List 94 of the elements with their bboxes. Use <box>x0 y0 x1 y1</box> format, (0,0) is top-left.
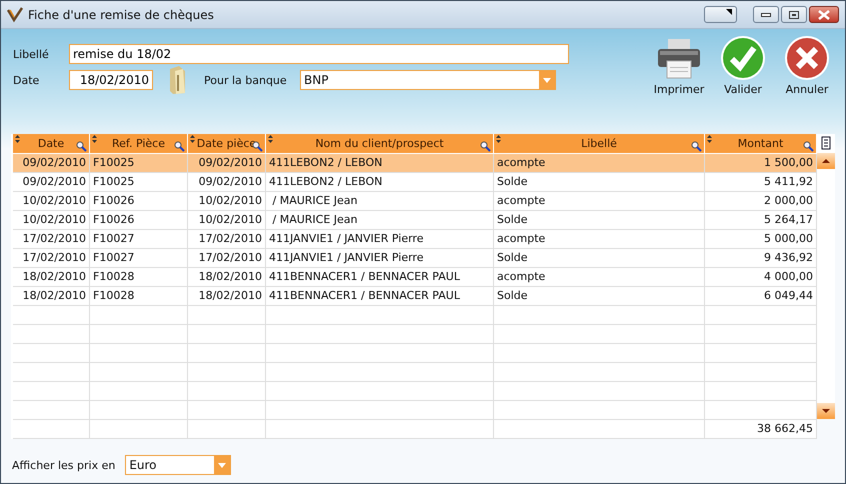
table-row[interactable]: 09/02/2010 F10025 09/02/2010 411LEBON2 / LEBON acompte 1 500,00 <box>13 154 817 173</box>
table-cell: 09/02/2010 <box>13 173 90 192</box>
column-header[interactable]: Date <box>13 134 90 153</box>
close-icon <box>818 10 830 20</box>
cross-icon <box>784 35 830 81</box>
table-cell: 17/02/2010 <box>188 230 266 249</box>
cancel-button[interactable]: Annuler <box>779 35 835 133</box>
columns-icon[interactable] <box>820 136 832 150</box>
window-menu-button[interactable] <box>704 6 737 23</box>
table-cell: 17/02/2010 <box>188 249 266 268</box>
table-row[interactable]: 10/02/2010 F10026 10/02/2010 / MAURICE Jean acompte 2 000,00 <box>13 192 817 211</box>
libelle-label: Libellé <box>12 48 50 60</box>
window-title: Fiche d'une remise de chèques <box>28 8 214 22</box>
checkmark-icon <box>720 35 766 81</box>
corner-arrow-icon <box>726 9 732 15</box>
table-cell: 411BENNACER1 / BENNACER PAUL <box>266 268 494 287</box>
table-cell: 411LEBON2 / LEBON <box>266 154 494 173</box>
table-cell: F10025 <box>90 154 188 173</box>
table-row[interactable]: 17/02/2010 F10027 17/02/2010 411JANVIE1 / JANVIER Pierre Solde 9 436,92 <box>13 249 817 268</box>
table-cell: 09/02/2010 <box>188 154 266 173</box>
table-cell: 411JANVIE1 / JANVIER Pierre <box>266 230 494 249</box>
table-cell: acompte <box>494 268 705 287</box>
table-cell: F10028 <box>90 287 188 306</box>
scroll-down-button[interactable] <box>817 403 835 419</box>
table-cell: / MAURICE Jean <box>266 211 494 230</box>
search-icon <box>174 141 185 152</box>
table-cell: Solde <box>494 173 705 192</box>
maximize-icon <box>789 10 799 18</box>
bank-select[interactable]: BNP <box>300 70 556 90</box>
table-cell: 411BENNACER1 / BENNACER PAUL <box>266 287 494 306</box>
table-cell: F10025 <box>90 173 188 192</box>
sort-icon <box>15 135 20 143</box>
bank-label: Pour la banque <box>204 74 288 86</box>
checkmark-icon <box>7 6 23 22</box>
libelle-field[interactable]: remise du 18/02 <box>69 44 569 64</box>
table-row[interactable]: 09/02/2010 F10025 09/02/2010 411LEBON2 / LEBON Solde 5 411,92 <box>13 173 817 192</box>
sort-icon <box>707 135 712 143</box>
table-cell: 17/02/2010 <box>13 249 90 268</box>
table-row[interactable]: 18/02/2010 F10028 18/02/2010 411BENNACER1 / BENNACER PAUL acompte 4 000,00 <box>13 268 817 287</box>
maximize-button[interactable] <box>781 6 807 23</box>
column-header[interactable]: Ref. Pièce <box>90 134 188 153</box>
table-cell: Solde <box>494 249 705 268</box>
table-cell: F10026 <box>90 192 188 211</box>
table-row[interactable]: 17/02/2010 F10027 17/02/2010 411JANVIE1 / JANVIER Pierre acompte 5 000,00 <box>13 230 817 249</box>
table-cell: 18/02/2010 <box>13 268 90 287</box>
search-icon <box>803 141 814 152</box>
sort-icon <box>496 135 501 143</box>
table-cell: F10027 <box>90 249 188 268</box>
column-header[interactable]: Libellé <box>494 134 705 153</box>
sort-icon <box>190 135 195 143</box>
table-cell: 10/02/2010 <box>188 211 266 230</box>
search-icon <box>76 141 87 152</box>
search-icon <box>691 141 702 152</box>
down-arrow-icon <box>822 409 830 413</box>
dropdown-arrow-icon <box>543 78 551 82</box>
minimize-button[interactable] <box>753 6 779 23</box>
sort-icon <box>268 135 273 143</box>
close-button[interactable] <box>809 6 839 23</box>
minimize-icon <box>761 12 771 16</box>
table-cell: Solde <box>494 211 705 230</box>
table-cell: acompte <box>494 154 705 173</box>
validate-button[interactable]: Valider <box>715 35 771 133</box>
table-cell: acompte <box>494 230 705 249</box>
column-header[interactable]: Nom du client/prospect <box>266 134 494 153</box>
table-cell: 10/02/2010 <box>13 192 90 211</box>
currency-label: Afficher les prix en <box>12 458 116 472</box>
table-cell: F10026 <box>90 211 188 230</box>
table-cell: 18/02/2010 <box>188 268 266 287</box>
table-row[interactable]: 10/02/2010 F10026 10/02/2010 / MAURICE Jean Solde 5 264,17 <box>13 211 817 230</box>
table-cell: acompte <box>494 192 705 211</box>
table-cell: 18/02/2010 <box>188 287 266 306</box>
table-row[interactable]: 18/02/2010 F10028 18/02/2010 411BENNACER1 / BENNACER PAUL Solde 6 049,44 <box>13 287 817 306</box>
search-icon <box>480 141 491 152</box>
table-cell: 17/02/2010 <box>13 230 90 249</box>
table-cell: Solde <box>494 287 705 306</box>
up-arrow-icon <box>822 159 830 163</box>
table-cell: / MAURICE Jean <box>266 192 494 211</box>
table-cell: 18/02/2010 <box>13 287 90 306</box>
table-cell: F10027 <box>90 230 188 249</box>
total-amount: 38 662,45 <box>705 420 817 439</box>
table-cell: 09/02/2010 <box>188 173 266 192</box>
dropdown-arrow-icon <box>218 462 226 468</box>
date-field[interactable]: 18/02/2010 <box>69 70 153 90</box>
table-cell: 411LEBON2 / LEBON <box>266 173 494 192</box>
scroll-up-button[interactable] <box>817 153 835 169</box>
table-cell: 10/02/2010 <box>13 211 90 230</box>
currency-select[interactable]: Euro <box>125 455 232 475</box>
table-cell: 09/02/2010 <box>13 154 90 173</box>
sort-icon <box>92 135 97 143</box>
date-label: Date <box>12 74 40 86</box>
table-cell: F10028 <box>90 268 188 287</box>
table-cell: 411JANVIE1 / JANVIER Pierre <box>266 249 494 268</box>
print-button[interactable]: Imprimer <box>651 35 707 133</box>
table-cell: 10/02/2010 <box>188 192 266 211</box>
